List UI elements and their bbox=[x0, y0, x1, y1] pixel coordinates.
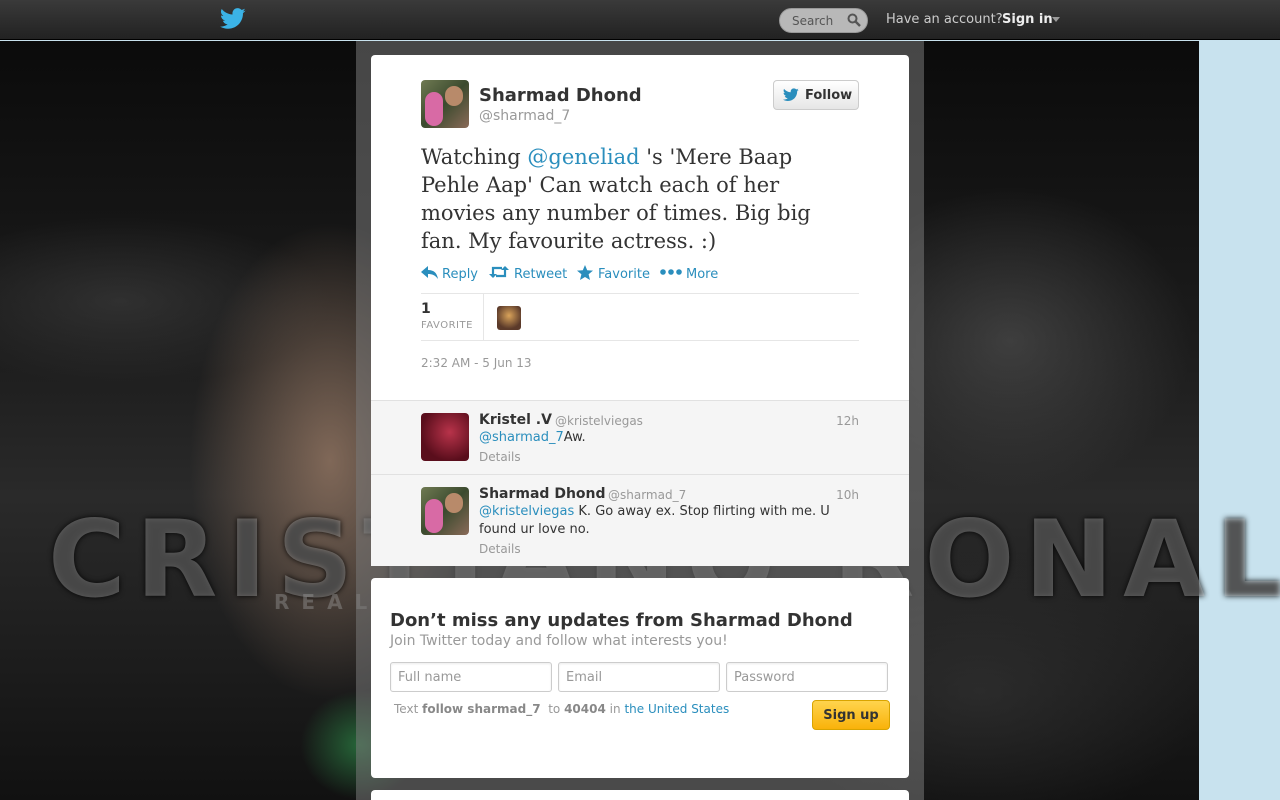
favorite-count-label: FAVORITE bbox=[421, 320, 473, 331]
search-input[interactable]: Search bbox=[792, 14, 833, 28]
caret-down-icon[interactable] bbox=[1052, 17, 1060, 22]
favorite-label: Favorite bbox=[598, 267, 650, 282]
top-navigation-bar: Search Have an account? Sign in bbox=[0, 0, 1280, 40]
sign-in-link[interactable]: Sign in bbox=[1002, 12, 1053, 27]
mention-link[interactable]: @kristelviegas bbox=[479, 504, 574, 519]
divider bbox=[421, 340, 859, 341]
signup-subtitle: Join Twitter today and follow what inter… bbox=[390, 633, 728, 649]
reply-time[interactable]: 10h bbox=[836, 488, 859, 502]
reply-text: @sharmad_7Aw. bbox=[479, 429, 851, 447]
reply-avatar[interactable] bbox=[421, 413, 469, 461]
twitter-bird-icon bbox=[783, 88, 799, 101]
mention-link[interactable]: @sharmad_7 bbox=[479, 430, 564, 445]
signup-title: Don’t miss any updates from Sharmad Dhon… bbox=[390, 610, 853, 631]
reply-author-name[interactable]: Sharmad Dhond bbox=[479, 486, 606, 502]
star-icon bbox=[577, 265, 593, 280]
reply-details-link[interactable]: Details bbox=[479, 542, 521, 556]
author-name[interactable]: Sharmad Dhond bbox=[479, 85, 642, 106]
full-name-field[interactable] bbox=[390, 662, 552, 692]
sms-number: 40404 bbox=[564, 702, 606, 716]
more-label: More bbox=[686, 267, 719, 282]
password-field[interactable] bbox=[726, 662, 888, 692]
avatar-detail bbox=[445, 493, 463, 513]
avatar-detail bbox=[425, 92, 443, 126]
sign-up-button[interactable]: Sign up bbox=[812, 700, 890, 730]
tweet-card: Sharmad Dhond @sharmad_7 Follow Watching… bbox=[371, 55, 909, 400]
avatar-detail bbox=[445, 86, 463, 106]
sms-follow-hint: Text follow sharmad_7 to 40404 in the Un… bbox=[394, 702, 729, 716]
reply-author-handle[interactable]: @sharmad_7 bbox=[608, 488, 686, 502]
twitter-bird-icon[interactable] bbox=[220, 8, 246, 30]
country-link[interactable]: the United States bbox=[624, 702, 729, 716]
sms-command: follow sharmad_7 bbox=[422, 702, 541, 716]
favoriter-avatar[interactable] bbox=[497, 306, 521, 330]
mention-link[interactable]: @geneliad bbox=[527, 145, 639, 169]
email-field[interactable] bbox=[558, 662, 720, 692]
search-box[interactable]: Search bbox=[779, 8, 868, 33]
reply-author-name[interactable]: Kristel .V bbox=[479, 412, 552, 428]
have-account-text: Have an account? bbox=[886, 12, 1003, 27]
reply-text: @kristelviegas K. Go away ex. Stop flirt… bbox=[479, 503, 851, 539]
reply-tweet[interactable]: Sharmad Dhond @sharmad_7 10h @kristelvie… bbox=[371, 474, 909, 566]
author-avatar[interactable] bbox=[421, 80, 469, 128]
stat-separator bbox=[483, 294, 484, 340]
reply-avatar[interactable] bbox=[421, 487, 469, 535]
reply-time[interactable]: 12h bbox=[836, 414, 859, 428]
tweet-text: Watching @geneliad 's 'Mere Baap Pehle A… bbox=[421, 143, 851, 255]
reply-details-link[interactable]: Details bbox=[479, 450, 521, 464]
reply-author-handle[interactable]: @kristelviegas bbox=[555, 414, 643, 428]
reply-tweet[interactable]: Kristel .V @kristelviegas 12h @sharmad_7… bbox=[371, 400, 909, 474]
avatar-detail bbox=[425, 499, 443, 533]
signup-panel: Don’t miss any updates from Sharmad Dhon… bbox=[371, 578, 909, 778]
divider bbox=[421, 293, 859, 294]
reply-icon bbox=[421, 266, 438, 279]
retweet-icon bbox=[489, 266, 509, 278]
follow-label: Follow bbox=[805, 88, 853, 103]
follow-button[interactable]: Follow bbox=[773, 80, 859, 110]
sms-text: Text bbox=[394, 702, 419, 716]
tweet-text-part: Watching bbox=[421, 145, 528, 169]
sms-to: to bbox=[548, 702, 561, 716]
author-handle[interactable]: @sharmad_7 bbox=[479, 108, 570, 124]
reply-text-part: Aw. bbox=[563, 430, 586, 445]
next-panel bbox=[371, 790, 909, 800]
favorite-count[interactable]: 1 bbox=[421, 301, 431, 317]
search-icon[interactable] bbox=[847, 13, 861, 27]
retweet-label: Retweet bbox=[514, 267, 568, 282]
sms-in: in bbox=[609, 702, 621, 716]
reply-label: Reply bbox=[442, 267, 479, 282]
tweet-timestamp[interactable]: 2:32 AM - 5 Jun 13 bbox=[421, 356, 532, 370]
more-dots-icon bbox=[660, 269, 682, 275]
